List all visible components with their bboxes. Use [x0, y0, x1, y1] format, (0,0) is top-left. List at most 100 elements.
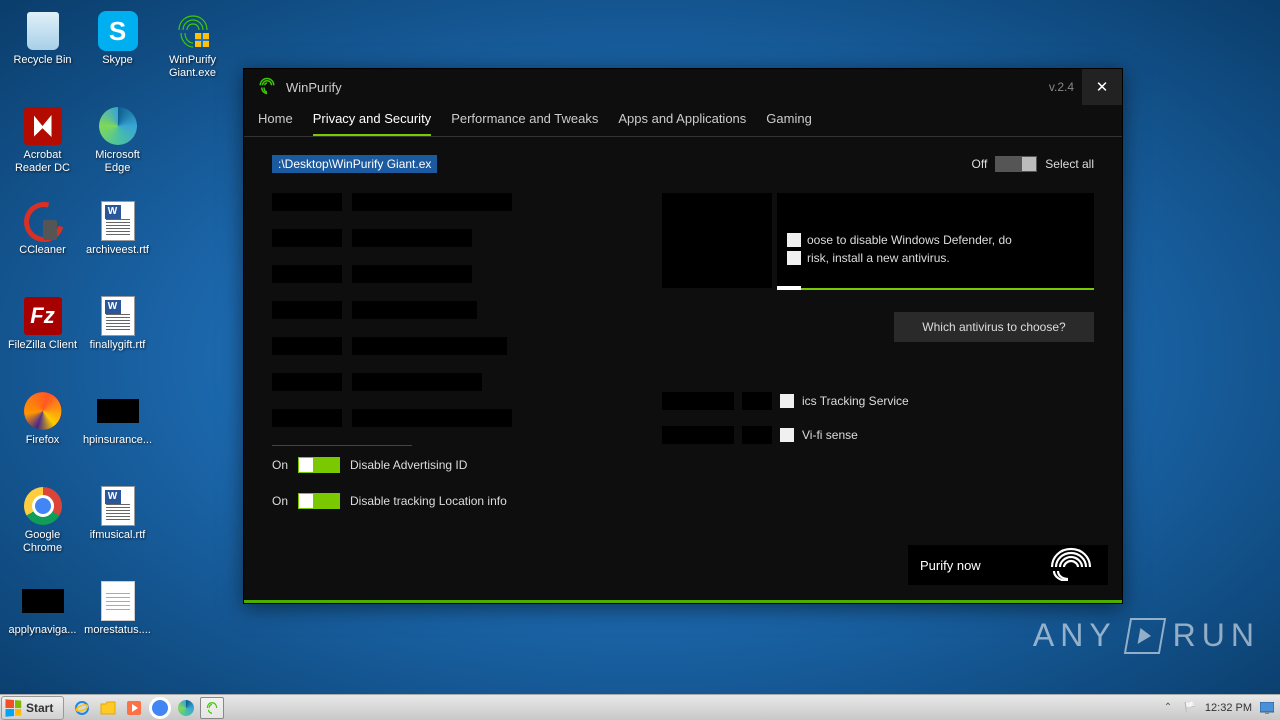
taskbar-explorer-icon[interactable] — [96, 697, 120, 719]
which-antivirus-button[interactable]: Which antivirus to choose? — [894, 312, 1094, 342]
info-text-line: risk, install a new antivirus. — [807, 251, 950, 265]
toggle-state: On — [272, 494, 288, 508]
tray-show-hidden-icon[interactable]: ⌃ — [1161, 701, 1175, 715]
taskbar-media-icon[interactable] — [122, 697, 146, 719]
start-button[interactable]: Start — [1, 696, 64, 720]
recycle-bin-icon — [22, 10, 64, 52]
setting-row[interactable] — [272, 301, 602, 319]
windows-logo-icon — [5, 699, 21, 716]
desktop-icon-finallygift[interactable]: finallygift.rtf — [80, 290, 155, 385]
icon-label: Google Chrome — [7, 529, 79, 555]
settings-right-column: oose to disable Windows Defender, do ris… — [662, 193, 1094, 528]
desktop-icon-firefox[interactable]: Firefox — [5, 385, 80, 480]
desktop-icon-edge[interactable]: Microsoft Edge — [80, 100, 155, 195]
tray-flag-icon[interactable]: 🏳️ — [1183, 701, 1197, 715]
icon-label: finallygift.rtf — [90, 339, 146, 352]
defender-info-panel: oose to disable Windows Defender, do ris… — [662, 193, 1094, 288]
setting-row[interactable] — [272, 337, 602, 355]
text-file-icon — [97, 580, 139, 622]
file-icon — [97, 390, 139, 432]
taskbar-edge-icon[interactable] — [174, 697, 198, 719]
desktop-icon-ifmusical[interactable]: ifmusical.rtf — [80, 480, 155, 575]
taskbar-ie-icon[interactable] — [70, 697, 94, 719]
desktop: Recycle Bin S Skype WinPurify Giant.exe … — [0, 0, 1280, 694]
winpurify-icon — [172, 10, 214, 52]
file-icon — [22, 580, 64, 622]
wifi-sense-checkbox[interactable] — [780, 428, 794, 442]
icon-label: Firefox — [26, 434, 60, 447]
icon-label: CCleaner — [19, 244, 65, 257]
desktop-icon-acrobat[interactable]: Acrobat Reader DC — [5, 100, 80, 195]
ccleaner-icon — [22, 200, 64, 242]
desktop-icon-recycle-bin[interactable]: Recycle Bin — [5, 5, 80, 100]
desktop-icon-winpurify[interactable]: WinPurify Giant.exe — [155, 5, 230, 100]
firefox-icon — [22, 390, 64, 432]
tray-show-desktop[interactable] — [1260, 701, 1274, 715]
rtf-file-icon — [97, 200, 139, 242]
separator — [272, 445, 412, 446]
start-label: Start — [26, 701, 53, 715]
setting-row[interactable] — [272, 265, 602, 283]
toggle-state: On — [272, 458, 288, 472]
select-all-toggle[interactable] — [995, 156, 1037, 172]
advertising-id-toggle[interactable] — [298, 457, 340, 473]
setting-row[interactable] — [272, 229, 602, 247]
desktop-icon-archiveest[interactable]: archiveest.rtf — [80, 195, 155, 290]
progress-indicator — [777, 286, 801, 290]
acrobat-icon — [22, 105, 64, 147]
info-checkbox[interactable] — [787, 233, 801, 247]
setting-row[interactable] — [272, 409, 602, 427]
skype-icon: S — [97, 10, 139, 52]
taskbar-winpurify-icon[interactable] — [200, 697, 224, 719]
tab-gaming[interactable]: Gaming — [766, 105, 812, 136]
tab-performance-tweaks[interactable]: Performance and Tweaks — [451, 105, 598, 136]
watermark-text: ANY — [1033, 617, 1117, 654]
icon-label: FileZilla Client — [8, 339, 77, 352]
info-text-line: oose to disable Windows Defender, do — [807, 233, 1012, 247]
desktop-icon-hpinsurance[interactable]: hpinsurance... — [80, 385, 155, 480]
app-fingerprint-icon — [258, 77, 276, 98]
desktop-icon-ccleaner[interactable]: CCleaner — [5, 195, 80, 290]
app-body: :\Desktop\WinPurify Giant.ex Off Select … — [244, 137, 1122, 599]
chrome-icon — [22, 485, 64, 527]
app-title: WinPurify — [286, 80, 342, 95]
tab-bar: Home Privacy and Security Performance an… — [244, 105, 1122, 137]
titlebar[interactable]: WinPurify v.2.4 ✕ — [244, 69, 1122, 105]
icon-label: hpinsurance... — [83, 434, 152, 447]
setting-label: Vi-fi sense — [802, 428, 858, 442]
setting-row-wifi-sense: Vi-fi sense — [662, 426, 1094, 444]
play-icon — [1123, 618, 1165, 654]
setting-label: ics Tracking Service — [802, 394, 909, 408]
icon-label: Skype — [102, 54, 133, 67]
taskbar-clock[interactable]: 12:32 PM — [1205, 702, 1252, 714]
desktop-icon-skype[interactable]: S Skype — [80, 5, 155, 100]
settings-left-column: On Disable Advertising ID On Disable tra… — [272, 193, 602, 528]
close-button[interactable]: ✕ — [1082, 69, 1122, 105]
icon-label: ifmusical.rtf — [90, 529, 146, 542]
accent-underline — [777, 288, 1094, 290]
setting-row[interactable] — [272, 373, 602, 391]
info-text-box: oose to disable Windows Defender, do ris… — [777, 193, 1094, 288]
location-tracking-toggle[interactable] — [298, 493, 340, 509]
desktop-icon-grid: Recycle Bin S Skype WinPurify Giant.exe … — [5, 5, 230, 670]
app-version: v.2.4 — [1049, 80, 1074, 94]
icon-label: applynaviga... — [9, 624, 77, 637]
setting-row[interactable] — [272, 193, 602, 211]
tab-privacy-security[interactable]: Privacy and Security — [313, 105, 432, 136]
rtf-file-icon — [97, 295, 139, 337]
setting-row-advertising-id: On Disable Advertising ID — [272, 456, 602, 474]
tab-home[interactable]: Home — [258, 105, 293, 136]
tracking-service-checkbox[interactable] — [780, 394, 794, 408]
desktop-icon-morestatus[interactable]: morestatus.... — [80, 575, 155, 670]
purify-now-button[interactable]: Purify now — [908, 545, 1108, 585]
desktop-icon-chrome[interactable]: Google Chrome — [5, 480, 80, 575]
system-tray: ⌃ 🏳️ 12:32 PM — [1155, 701, 1280, 715]
desktop-icon-applynaviga[interactable]: applynaviga... — [5, 575, 80, 670]
info-checkbox[interactable] — [787, 251, 801, 265]
purify-label: Purify now — [920, 558, 981, 573]
desktop-icon-filezilla[interactable]: Fz FileZilla Client — [5, 290, 80, 385]
taskbar-chrome-icon[interactable] — [148, 697, 172, 719]
setting-row-location-tracking: On Disable tracking Location info — [272, 492, 602, 510]
path-field[interactable]: :\Desktop\WinPurify Giant.ex — [272, 155, 437, 173]
tab-apps-applications[interactable]: Apps and Applications — [618, 105, 746, 136]
